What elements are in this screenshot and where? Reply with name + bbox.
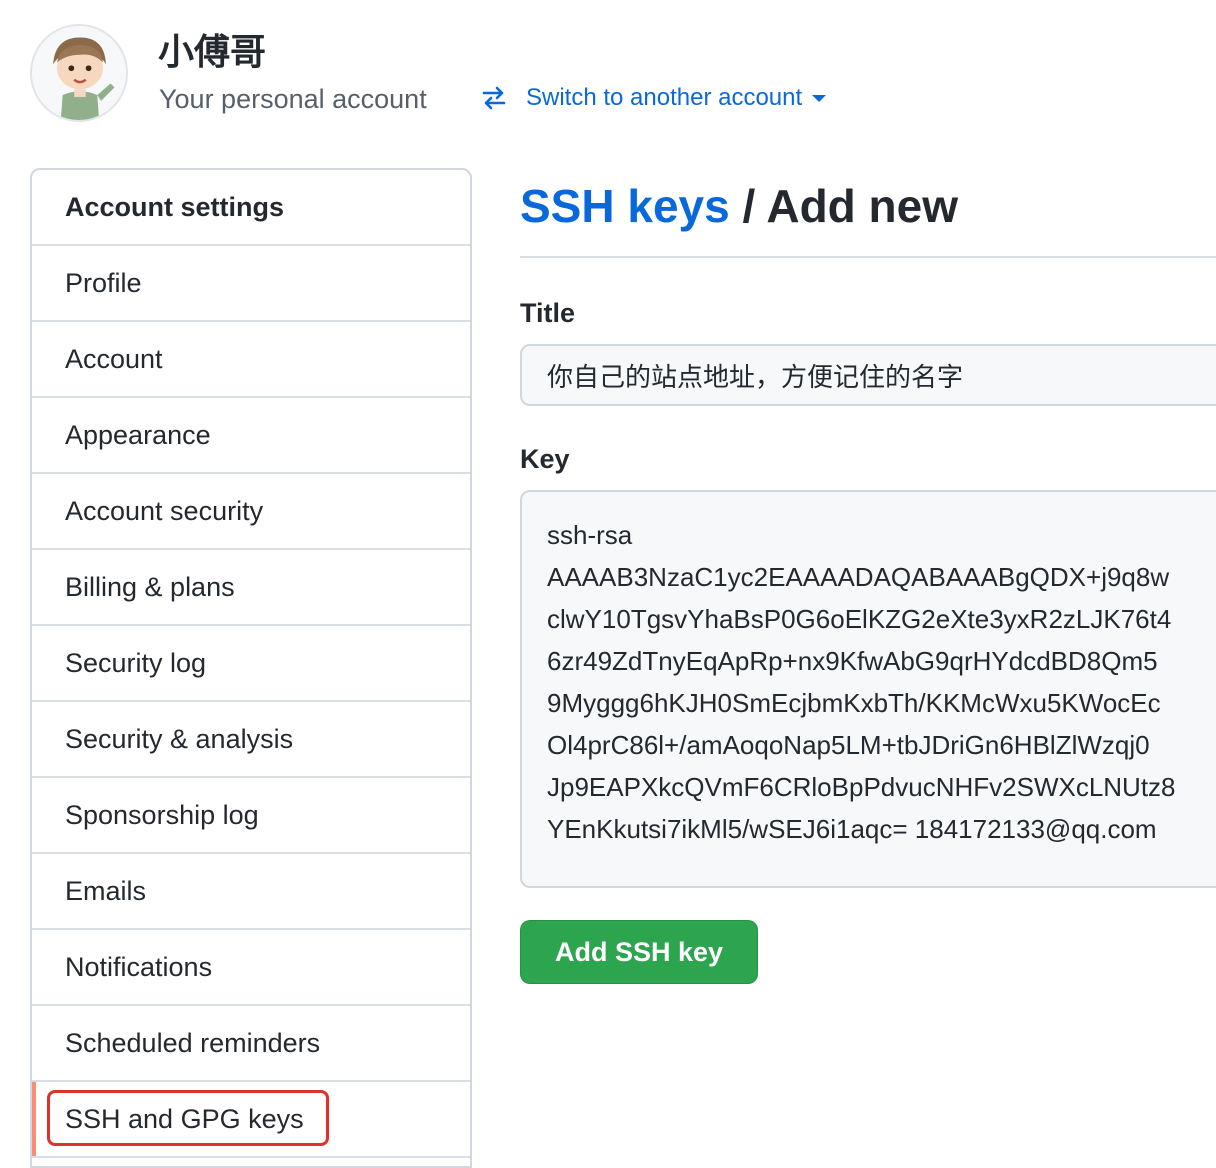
sidebar-item-appearance[interactable]: Appearance	[32, 398, 470, 474]
key-field-label: Key	[520, 444, 570, 474]
key-line: clwY10TgsvYhaBsP0G6oElKZG2eXte3yxR2zLJK7…	[547, 604, 1172, 634]
sidebar-item-scheduled-reminders[interactable]: Scheduled reminders	[32, 1006, 470, 1082]
breadcrumb-ssh-keys-link[interactable]: SSH keys	[520, 180, 730, 232]
sidebar-item-security-analysis[interactable]: Security & analysis	[32, 702, 470, 778]
title-divider	[520, 256, 1216, 258]
sidebar-item-billing[interactable]: Billing & plans	[32, 550, 470, 626]
title-input[interactable]: 你自己的站点地址，方便记住的名字	[520, 344, 1216, 406]
page-title: SSH keys / Add new	[520, 168, 1216, 244]
sidebar-item-security-log[interactable]: Security log	[32, 626, 470, 702]
account-header: 小傅哥 Your personal account Switch to anot…	[0, 0, 1216, 150]
avatar[interactable]	[30, 24, 128, 122]
sidebar-item-ssh-gpg-keys[interactable]: SSH and GPG keys	[32, 1082, 470, 1158]
sidebar-item-notifications[interactable]: Notifications	[32, 930, 470, 1006]
title-field-label: Title	[520, 298, 576, 328]
settings-sidebar: Account settings Profile Account Appeara…	[30, 168, 472, 1168]
key-line: AAAAB3NzaC1yc2EAAAADAQABAAABgQDX+j9q8w	[547, 562, 1170, 592]
user-name: 小傅哥	[158, 31, 267, 72]
avatar-image	[32, 26, 126, 120]
switch-account-label: Switch to another account	[526, 84, 803, 111]
sidebar-item-emails[interactable]: Emails	[32, 854, 470, 930]
sidebar-heading: Account settings	[32, 170, 470, 246]
key-line: 9Myggg6hKJH0SmEcjbmKxbTh/KKMcWxu5KWocEc	[547, 688, 1161, 718]
key-textarea[interactable]: ssh-rsa AAAAB3NzaC1yc2EAAAADAQABAAABgQDX…	[520, 490, 1216, 888]
sidebar-item-account-security[interactable]: Account security	[32, 474, 470, 550]
switch-account-button[interactable]: Switch to another account	[480, 80, 827, 116]
breadcrumb-separator: /	[729, 180, 767, 232]
account-subtitle: Your personal account	[159, 84, 427, 114]
key-line: 6zr49ZdTnyEqApRp+nx9KfwAbG9qrHYdcdBD8Qm5	[547, 646, 1158, 676]
caret-down-icon	[812, 94, 827, 102]
breadcrumb-current: Add new	[766, 180, 959, 232]
key-line: Ol4prC86l+/amAoqoNap5LM+tbJDriGn6HBlZlWz…	[547, 730, 1150, 760]
key-line: Jp9EAPXkcQVmF6CRloBpPdvucNHFv2SWXcLNUtz8	[547, 772, 1176, 802]
sidebar-item-account[interactable]: Account	[32, 322, 470, 398]
sidebar-item-sponsorship-log[interactable]: Sponsorship log	[32, 778, 470, 854]
sidebar-item-profile[interactable]: Profile	[32, 246, 470, 322]
key-line: YEnKkutsi7ikMl5/wSEJ6i1aqc= 184172133@qq…	[547, 814, 1157, 844]
key-line: ssh-rsa	[547, 520, 633, 550]
main-content: SSH keys / Add new Title 你自己的站点地址，方便记住的名…	[520, 168, 1216, 984]
arrow-switch-icon	[482, 86, 506, 110]
add-ssh-key-button[interactable]: Add SSH key	[520, 920, 758, 984]
